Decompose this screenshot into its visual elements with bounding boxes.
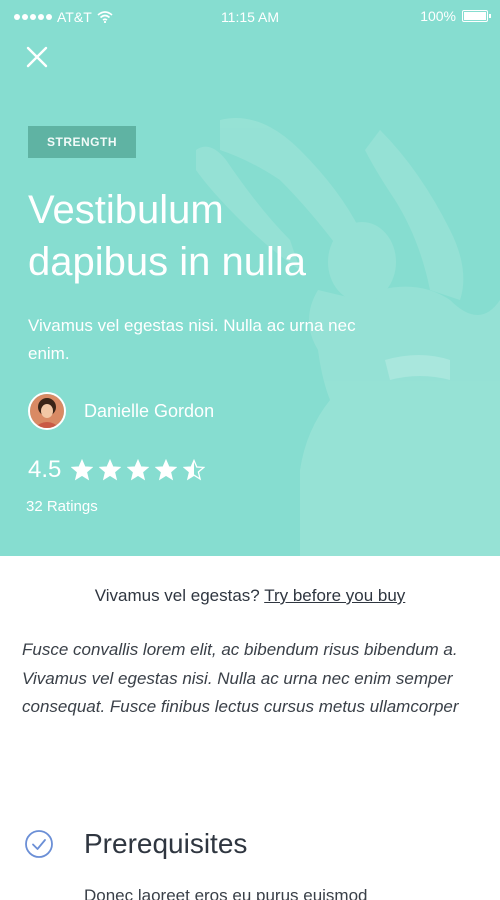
star-rating bbox=[71, 459, 206, 481]
prerequisites-text: Donec laoreet eros eu purus euismod bbox=[84, 886, 368, 900]
avatar bbox=[28, 392, 66, 430]
battery-status: 100% bbox=[420, 8, 491, 24]
star-full-icon bbox=[155, 459, 178, 481]
rating: 4.5 bbox=[28, 456, 206, 484]
category-badge: STRENGTH bbox=[28, 126, 136, 158]
close-icon bbox=[26, 46, 48, 68]
star-full-icon bbox=[99, 459, 122, 481]
try-before-buy-link[interactable]: Try before you buy bbox=[264, 586, 405, 605]
rating-count: 32 Ratings bbox=[26, 498, 98, 515]
close-button[interactable] bbox=[24, 44, 50, 70]
prerequisites-header[interactable]: Prerequisites bbox=[24, 828, 247, 860]
trial-question: Vivamus vel egestas? bbox=[94, 586, 260, 605]
rating-value: 4.5 bbox=[28, 456, 62, 483]
battery-icon bbox=[462, 10, 491, 22]
star-full-icon bbox=[71, 459, 94, 481]
author-name: Danielle Gordon bbox=[84, 400, 215, 421]
course-title: Vestibulum dapibus in nulla bbox=[28, 188, 306, 284]
star-full-icon bbox=[127, 459, 150, 481]
avatar-photo bbox=[30, 394, 64, 428]
check-circle-icon bbox=[25, 830, 53, 858]
star-half-icon bbox=[183, 459, 206, 481]
course-subtitle: Vivamus vel egestas nisi. Nulla ac urna … bbox=[28, 316, 356, 363]
status-bar: AT&T 11:15 AM 100% bbox=[0, 0, 500, 34]
hero-section: AT&T 11:15 AM 100% STRENGTH Vestibulum d… bbox=[0, 0, 500, 556]
course-description: Fusce convallis lorem elit, ac bibendum … bbox=[22, 640, 459, 716]
author-link[interactable]: Danielle Gordon bbox=[28, 392, 214, 430]
prerequisites-title: Prerequisites bbox=[84, 828, 248, 859]
battery-percent: 100% bbox=[420, 8, 456, 24]
trial-prompt: Vivamus vel egestas? Try before you buy bbox=[0, 586, 500, 606]
